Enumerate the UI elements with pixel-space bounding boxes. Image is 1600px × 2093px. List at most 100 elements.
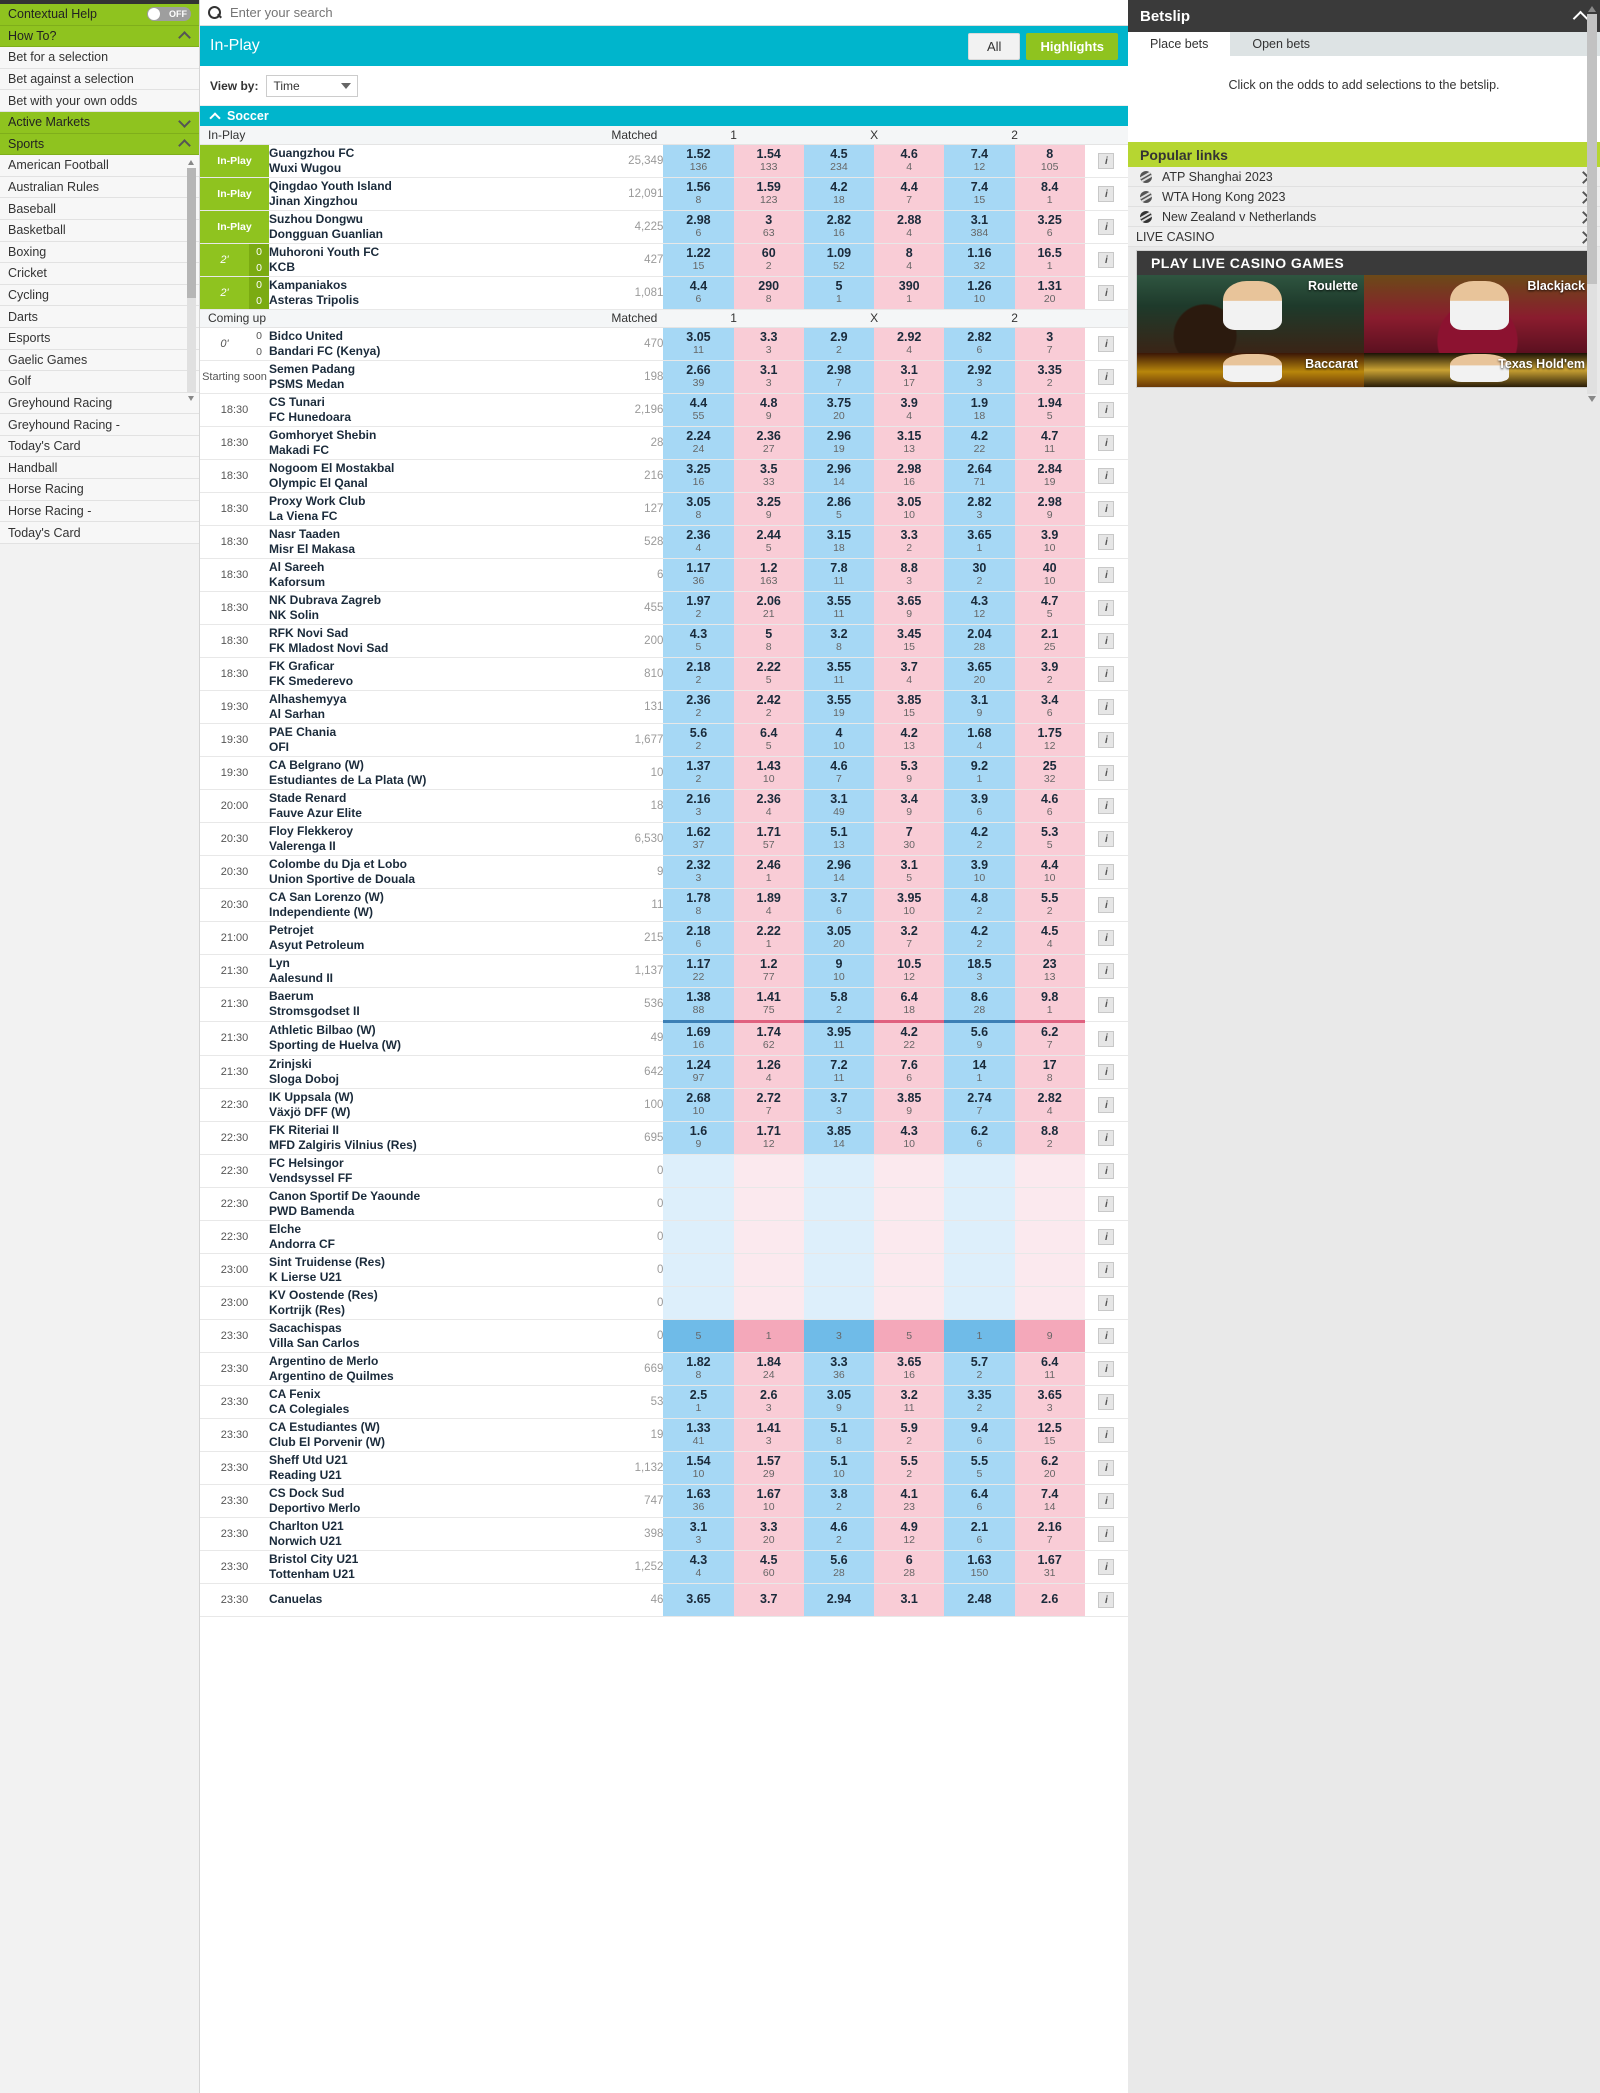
lay-odds-cell[interactable]: 17 8 [1014,1055,1085,1089]
back-odds-cell[interactable]: 2.9 2 [803,327,875,361]
odds-button[interactable]: 1.84 24 [733,1352,804,1385]
event-info-cell[interactable]: i [1084,855,1128,889]
odds-button[interactable]: 2.44 5 [733,525,804,558]
lay-odds-cell[interactable]: 9.8 1 [1014,987,1085,1022]
lay-odds-cell[interactable]: 2.06 21 [733,591,804,625]
lay-odds-cell[interactable]: 37 [1014,327,1085,361]
lay-odds-cell[interactable]: 3.15 13 [874,426,945,460]
lay-odds-cell[interactable]: 1.26 4 [733,1055,804,1089]
odds-button[interactable] [803,1154,875,1187]
sport-section-header-soccer[interactable]: Soccer [200,106,1128,126]
odds-button[interactable]: 3.1 5 [874,855,945,888]
odds-button[interactable]: 3.25 16 [663,459,734,492]
odds-button[interactable]: 5.9 2 [874,1418,945,1451]
event-teams-cell[interactable]: Nogoom El Mostakbal Olympic El Qanal [269,459,595,493]
lay-odds-cell[interactable]: 4.8 9 [733,393,804,427]
odds-button[interactable]: 1.17 22 [663,954,734,987]
odds-button[interactable]: 12.5 15 [1014,1418,1085,1451]
odds-button[interactable]: 3.15 13 [874,426,945,459]
back-odds-cell[interactable]: 3.15 18 [803,525,875,559]
contextual-help-toggle[interactable]: OFF [147,7,191,22]
odds-button[interactable]: 2.96 14 [803,855,875,888]
info-icon[interactable]: i [1098,1130,1115,1147]
lay-odds-cell[interactable]: 1.59 123 [733,177,804,211]
lay-odds-cell[interactable]: 2.46 1 [733,855,804,889]
odds-button[interactable]: 1.2 77 [733,954,804,987]
odds-button[interactable]: 4.4 10 [1014,855,1085,888]
lay-odds-cell[interactable]: 3.3 2 [874,525,945,559]
event-info-cell[interactable]: i [1084,987,1128,1022]
odds-button[interactable]: 1.2 163 [733,558,804,591]
odds-button[interactable]: 1.54 10 [663,1451,734,1484]
odds-button[interactable]: 2.98 16 [874,459,945,492]
odds-button[interactable]: 7.6 6 [874,1055,945,1088]
back-odds-cell[interactable]: 3.2 8 [803,624,875,658]
odds-button[interactable] [874,1253,945,1286]
back-odds-cell[interactable]: 1 [944,1319,1015,1353]
back-odds-cell[interactable]: 1.52 136 [663,144,734,178]
scroll-down-arrow-icon[interactable] [187,394,196,403]
odds-button[interactable]: 1.89 4 [733,888,804,921]
odds-button[interactable]: 3.2 7 [874,921,945,954]
odds-button[interactable]: 3.1 49 [803,789,875,822]
table-row[interactable]: In-Play Suzhou Dongwu Dongguan Guanlian 4,2… [200,210,1128,244]
table-row[interactable]: 21:30 Lyn Aalesund II 1,137 1.17 22 1.2 77 9 10 10… [200,954,1128,988]
odds-button[interactable]: 1.75 12 [1014,723,1085,756]
lay-odds-cell[interactable]: 3.25 9 [733,492,804,526]
back-odds-cell[interactable]: 4.3 4 [663,1550,734,1584]
event-teams-cell[interactable]: Petrojet Asyut Petroleum [269,921,595,955]
lay-odds-cell[interactable]: 4.5 4 [1014,921,1085,955]
lay-odds-cell[interactable]: 2.22 5 [733,657,804,691]
odds-button[interactable]: 2.64 71 [944,459,1015,492]
odds-button[interactable]: 2.16 3 [663,789,734,822]
lay-odds-cell[interactable]: 2.16 7 [1014,1517,1085,1551]
odds-button[interactable] [803,1286,875,1319]
odds-button[interactable] [803,1220,875,1253]
event-info-cell[interactable]: i [1084,1451,1128,1485]
lay-odds-cell[interactable]: 6.4 11 [1014,1352,1085,1386]
sidebar-item-sport[interactable]: Today's Card [0,435,199,458]
table-row[interactable]: 23:00 KV Oostende (Res) Kortrijk (Res) 0 i [200,1286,1128,1320]
odds-button[interactable]: 2.24 24 [663,426,734,459]
odds-button[interactable] [944,1154,1015,1187]
event-teams-cell[interactable]: Suzhou Dongwu Dongguan Guanlian [269,210,595,244]
back-odds-cell[interactable]: 3.05 9 [803,1385,875,1419]
odds-button[interactable]: 6.4 18 [874,987,945,1020]
back-odds-cell[interactable]: 9 10 [803,954,875,988]
back-odds-cell[interactable]: 2.96 14 [803,855,875,889]
odds-button[interactable]: 4.5 60 [733,1550,804,1583]
scrollbar-thumb[interactable] [187,168,196,298]
casino-tile-roulette[interactable]: Roulette [1137,275,1364,353]
back-odds-cell[interactable]: 5.1 10 [803,1451,875,1485]
odds-button[interactable]: 1.38 88 [663,987,734,1020]
odds-button[interactable]: 5.5 2 [874,1451,945,1484]
odds-button[interactable]: 2.46 1 [733,855,804,888]
popular-link-item[interactable]: ATP Shanghai 2023 [1128,167,1600,187]
info-icon[interactable]: i [1098,930,1115,947]
table-row[interactable]: 21:30 Zrinjski Sloga Doboj 642 1.24 97 1.26 4 7.… [200,1055,1128,1089]
event-info-cell[interactable]: i [1084,1517,1128,1551]
back-odds-cell[interactable] [663,1220,734,1254]
odds-button[interactable]: 2.96 14 [803,459,875,492]
odds-button[interactable]: 1.31 20 [1014,276,1085,309]
odds-button[interactable]: 1.41 75 [733,987,804,1020]
odds-button[interactable] [1014,1253,1085,1286]
event-info-cell[interactable]: i [1084,1088,1128,1122]
table-row[interactable]: 18:30 Gomhoryet Shebin Makadi FC 28 2.24 24 2.… [200,426,1128,460]
event-teams-cell[interactable]: Sint Truidense (Res) K Lierse U21 [269,1253,595,1287]
lay-odds-cell[interactable]: 2.36 27 [733,426,804,460]
event-info-cell[interactable]: i [1084,624,1128,658]
odds-button[interactable]: 2.92 4 [874,327,945,360]
odds-button[interactable]: 2.94 [803,1583,875,1616]
odds-button[interactable]: 3.9 10 [1014,525,1085,558]
odds-button[interactable]: 1.17 36 [663,558,734,591]
table-row[interactable]: 18:30 Nogoom El Mostakbal Olympic El Qanal… [200,459,1128,493]
event-info-cell[interactable]: i [1084,177,1128,211]
odds-button[interactable]: 1.68 4 [944,723,1015,756]
lay-odds-cell[interactable]: 6.2 20 [1014,1451,1085,1485]
odds-button[interactable]: 4.2 22 [874,1022,945,1055]
event-info-cell[interactable]: i [1084,1418,1128,1452]
odds-button[interactable] [663,1187,734,1220]
back-odds-cell[interactable]: 4.3 5 [663,624,734,658]
info-icon[interactable]: i [1098,633,1115,650]
